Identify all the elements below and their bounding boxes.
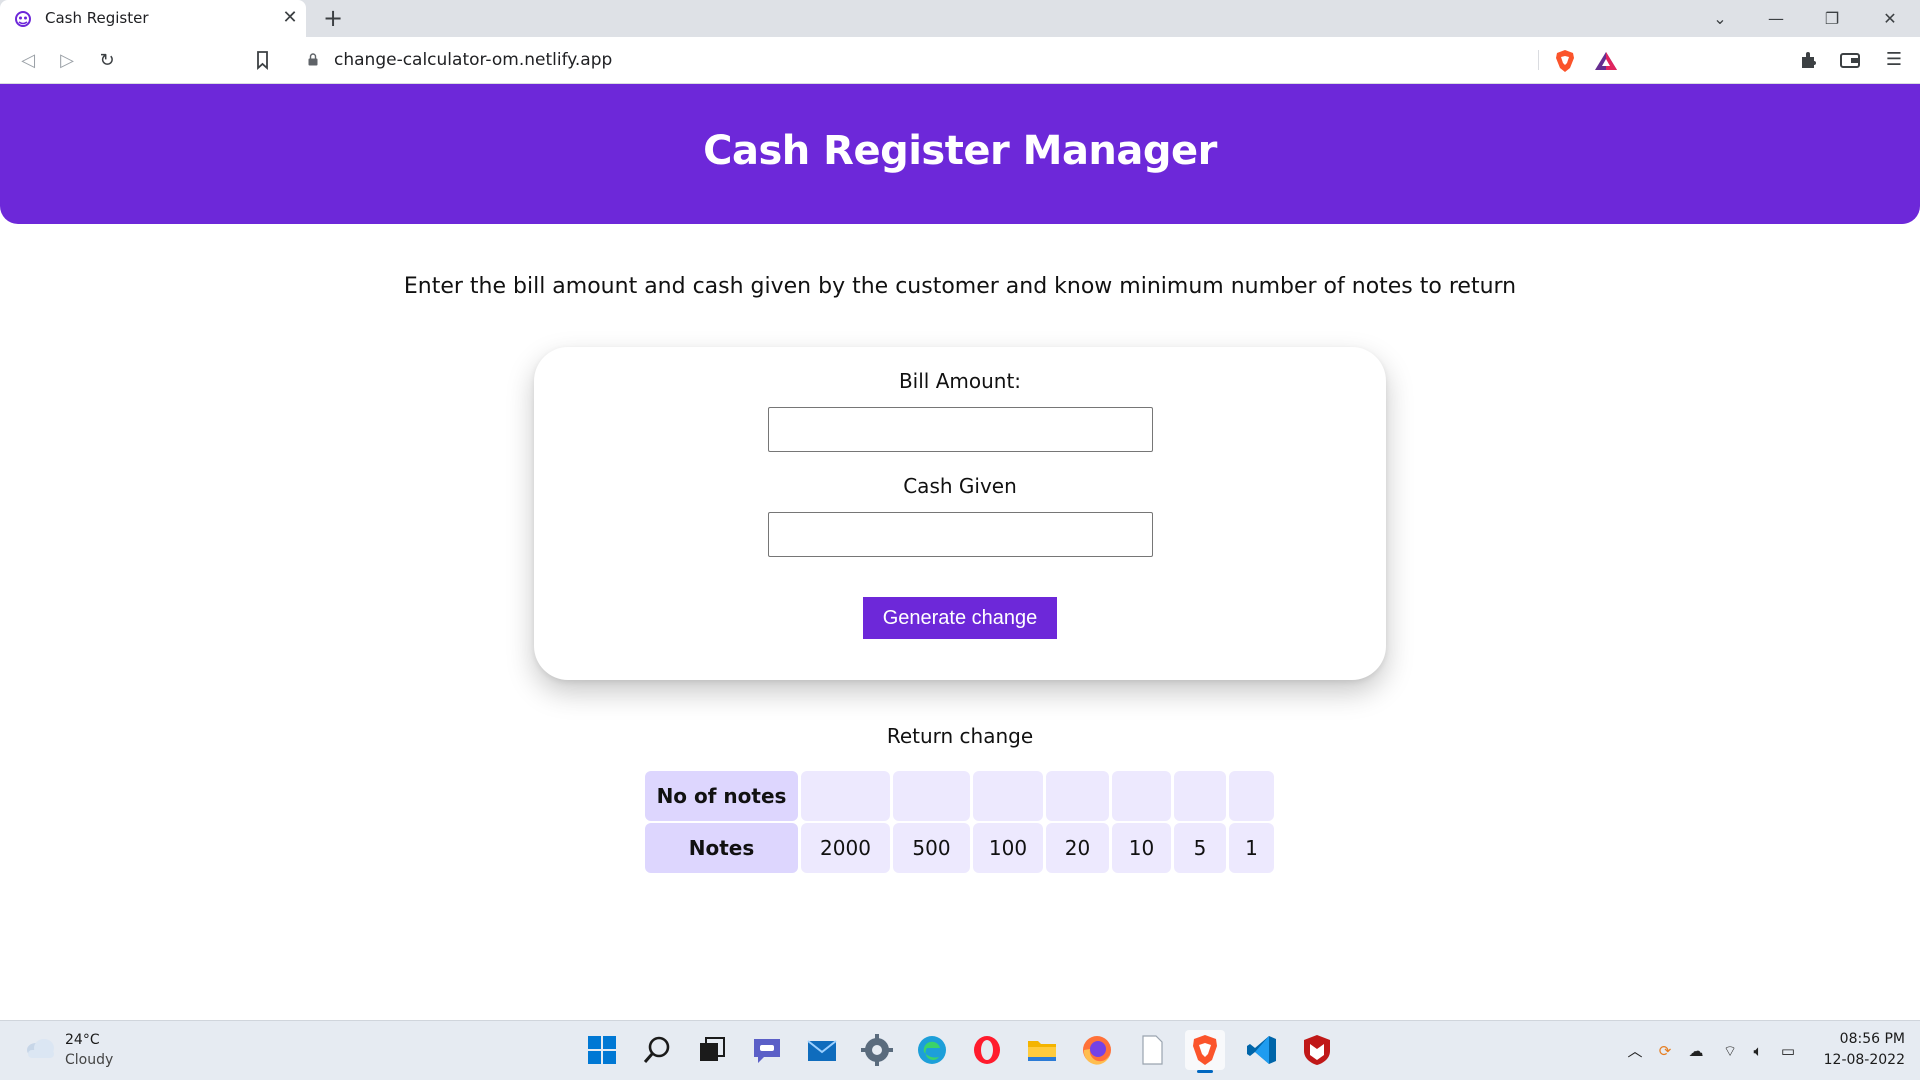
battery-icon[interactable]: ▭ [1778,1041,1798,1061]
note-cell: 10 [1112,823,1171,873]
page-title: Cash Register Manager [703,128,1217,174]
notes-header: Notes [645,823,798,873]
tab-search-chevron-icon[interactable]: ⌄ [1694,0,1746,37]
sync-icon[interactable]: ⟳ [1655,1041,1675,1061]
url-text: change-calculator-om.netlify.app [334,50,613,70]
note-cell: 5 [1174,823,1226,873]
taskbar: 24°C Cloudy ︿ ⟳ ☁ ⌔ 🔈︎ ▭ 08:56 PM 12-08-… [0,1020,1920,1080]
tab-close-icon[interactable]: ✕ [280,8,300,28]
extensions-icon[interactable] [1797,48,1821,72]
lock-icon [308,53,318,66]
return-change-label: Return change [886,724,1034,748]
brave-shields-icon[interactable] [1554,49,1576,73]
wallet-icon[interactable] [1838,48,1862,72]
count-cell-2000 [801,771,890,821]
teams-chat-icon[interactable] [750,1033,784,1067]
bill-amount-input[interactable] [768,407,1153,452]
reload-icon[interactable]: ↻ [94,48,120,74]
browser-tab-active[interactable]: Cash Register ✕ [0,0,306,37]
count-cell-500 [893,771,970,821]
menu-icon[interactable]: ☰ [1882,48,1906,72]
firefox-icon[interactable] [1080,1033,1114,1067]
no-of-notes-header: No of notes [645,771,798,821]
cash-given-input[interactable] [768,512,1153,557]
bill-amount-label: Bill Amount: [898,369,1022,393]
task-view-icon[interactable] [695,1033,729,1067]
clock-time[interactable]: 08:56 PM [1815,1031,1905,1047]
bookmark-icon[interactable] [252,50,274,70]
clock-date[interactable]: 12-08-2022 [1815,1052,1905,1068]
onedrive-cloud-icon[interactable]: ☁ [1686,1041,1706,1061]
omnibox-divider [1538,50,1539,70]
count-cell-100 [973,771,1043,821]
brave-browser-taskbar-item[interactable] [1185,1030,1225,1073]
show-hidden-icons-chevron-icon[interactable]: ︿ [1625,1041,1645,1061]
new-tab-icon[interactable]: + [320,6,346,32]
browser-tab-bar: Cash Register ✕ + ⌄ — ❐ ✕ [0,0,1920,37]
settings-gear-icon[interactable] [860,1033,894,1067]
cash-given-label: Cash Given [903,474,1017,498]
weather-condition: Cloudy [65,1052,114,1068]
mail-icon[interactable] [805,1033,839,1067]
weather-temperature: 24°C [65,1032,100,1048]
forward-icon[interactable]: ▷ [54,48,80,74]
active-app-indicator [1197,1070,1213,1073]
note-cell: 2000 [801,823,890,873]
volume-icon[interactable]: 🔈︎ [1748,1041,1768,1061]
cloud-icon [27,1039,54,1058]
header-banner: Cash Register Manager [0,84,1920,224]
tab-title: Cash Register [45,9,149,27]
windows-start-icon[interactable] [585,1033,619,1067]
count-cell-20 [1046,771,1109,821]
page-content: Cash Register Manager Enter the bill amo… [0,84,1920,1020]
minimize-icon[interactable]: — [1750,0,1802,37]
opera-browser-icon[interactable] [970,1033,1004,1067]
brave-browser-icon [1193,1035,1217,1065]
generate-change-button[interactable]: Generate change [863,597,1057,639]
close-window-icon[interactable]: ✕ [1864,0,1916,37]
note-cell: 100 [973,823,1043,873]
note-cell: 1 [1229,823,1274,873]
notepad-file-icon[interactable] [1135,1033,1169,1067]
edge-browser-icon[interactable] [915,1033,949,1067]
count-cell-1 [1229,771,1274,821]
count-cell-5 [1174,771,1226,821]
file-explorer-icon[interactable] [1025,1033,1059,1067]
browser-toolbar: ◁ ▷ ↻ change-calculator-om.netlify.app ☰ [0,37,1920,84]
instructions-text: Enter the bill amount and cash given by … [403,274,1517,299]
restore-icon[interactable]: ❐ [1806,0,1858,37]
input-card: Bill Amount: Cash Given Generate change [534,347,1386,680]
wifi-icon[interactable]: ⌔ [1720,1041,1740,1061]
mcafee-shield-icon[interactable] [1300,1033,1334,1067]
count-cell-10 [1112,771,1171,821]
address-bar[interactable]: change-calculator-om.netlify.app [292,43,1628,77]
note-cell: 20 [1046,823,1109,873]
note-cell: 500 [893,823,970,873]
vscode-icon[interactable] [1245,1033,1279,1067]
brave-rewards-icon[interactable] [1594,51,1618,71]
back-icon[interactable]: ◁ [15,48,41,74]
search-icon[interactable] [640,1033,674,1067]
app-favicon-icon [15,11,31,27]
